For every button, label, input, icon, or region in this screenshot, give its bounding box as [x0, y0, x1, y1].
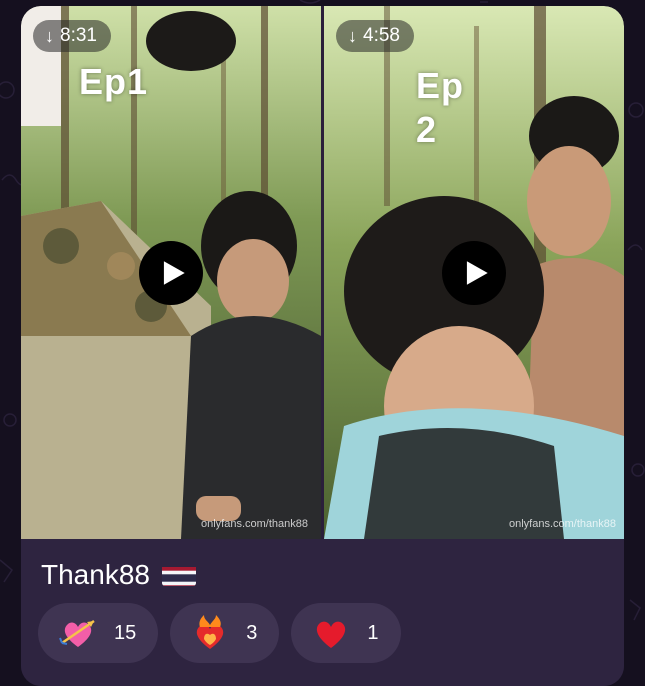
reaction-count: 1 [367, 621, 379, 644]
thailand-flag-icon [161, 564, 196, 586]
video-thumbnail-2[interactable]: Ep 2 onlyfans.com/thank88 ↓ 4:58 [324, 6, 624, 539]
video-1-overlay-title: Ep1 [79, 61, 149, 102]
media-album: Ep1 onlyfans.com/thank88 ↓ 8:31 Ep 2 onl… [21, 6, 624, 539]
heart-on-fire-icon [197, 615, 224, 649]
video-1-watermark: onlyfans.com/thank88 [201, 518, 309, 530]
video-2-duration: 4:58 [363, 25, 400, 46]
post-title: Thank88 [41, 559, 150, 590]
post-info: Thank88 15 3 1 [21, 539, 624, 686]
video-2-duration-badge: ↓ 4:58 [336, 20, 414, 52]
video-2-overlay-title: Ep 2 [416, 65, 465, 150]
video-1-duration: 8:31 [60, 25, 97, 46]
reaction-red-heart[interactable]: 1 [291, 603, 401, 663]
reaction-heart-with-arrow[interactable]: 15 [38, 603, 159, 663]
play-icon [466, 260, 488, 285]
download-arrow-icon: ↓ [348, 25, 357, 46]
reactions-bar: 15 3 1 [38, 603, 401, 663]
video-1-play-button[interactable] [139, 240, 203, 305]
video-thumbnail-1[interactable]: Ep1 onlyfans.com/thank88 ↓ 8:31 [21, 6, 321, 539]
heart-with-arrow-icon [59, 619, 95, 647]
reaction-heart-on-fire[interactable]: 3 [170, 603, 280, 663]
post-title-row: Thank88 [41, 559, 196, 591]
reaction-count: 15 [114, 621, 137, 644]
reaction-count: 3 [246, 621, 258, 644]
download-arrow-icon: ↓ [45, 25, 54, 46]
video-2-play-button[interactable] [442, 240, 506, 305]
video-1-duration-badge: ↓ 8:31 [33, 20, 111, 52]
play-icon [163, 260, 185, 285]
red-heart-icon [317, 621, 346, 648]
media-post-card: Ep1 onlyfans.com/thank88 ↓ 8:31 Ep 2 onl… [21, 6, 624, 686]
video-2-watermark: onlyfans.com/thank88 [509, 518, 617, 530]
